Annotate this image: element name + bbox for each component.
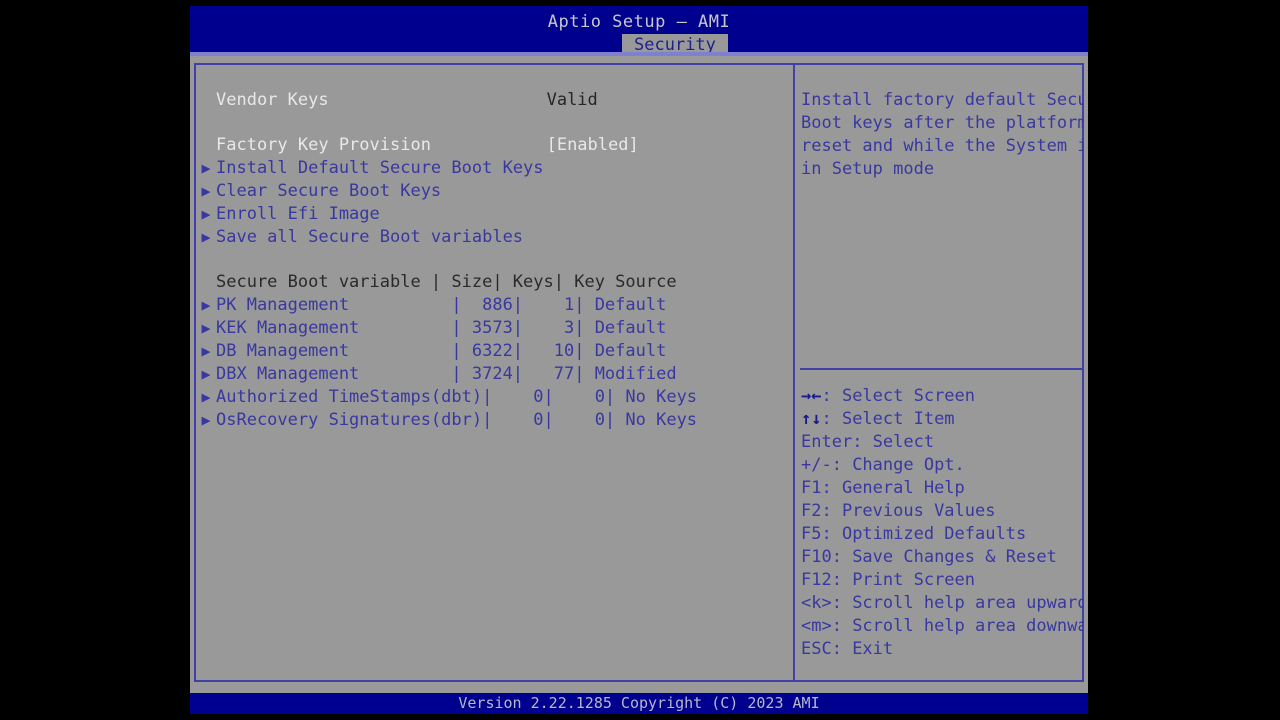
shortcut-action: : Scroll help area downwards	[831, 616, 1084, 636]
shortcut-key: F12	[801, 570, 832, 590]
submenu-arrow-icon: ▶	[201, 228, 211, 246]
submenu-item-label: Install Default Secure Boot Keys	[216, 158, 544, 178]
shortcut-line: <m>: Scroll help area downwards	[801, 615, 1084, 638]
submenu-arrow-icon: ▶	[201, 296, 211, 314]
setting-label: Factory Key Provision	[216, 135, 431, 155]
shortcut-line: F10: Save Changes & Reset	[801, 546, 1057, 569]
table-row[interactable]: ▶ PK Management | 886| 1| Default	[196, 294, 793, 317]
status-row: Vendor Keys Valid	[196, 89, 793, 112]
help-description-line: in Setup mode	[801, 159, 935, 179]
shortcut-line: ↑↓: Select Item	[801, 408, 955, 431]
table-row[interactable]: ▶ KEK Management | 3573| 3| Default	[196, 317, 793, 340]
table-row[interactable]: ▶ DB Management | 6322| 10| Default	[196, 340, 793, 363]
footer-bar: Version 2.22.1285 Copyright (C) 2023 AMI	[190, 693, 1088, 714]
submenu-arrow-icon: ▶	[201, 159, 211, 177]
shortcut-action: : Save Changes & Reset	[831, 547, 1057, 567]
shortcut-action: : Select	[852, 432, 935, 452]
arrow-keys-icon: ↑↓	[801, 409, 822, 429]
submenu-item[interactable]: ▶ Enroll Efi Image	[196, 203, 793, 226]
shortcut-key: F5	[801, 524, 822, 544]
submenu-arrow-icon: ▶	[201, 411, 211, 429]
submenu-item[interactable]: ▶ Save all Secure Boot variables	[196, 226, 793, 249]
shortcut-line: →←: Select Screen	[801, 385, 975, 408]
shortcut-key: <m>	[801, 616, 832, 636]
shortcut-line: +/-: Change Opt.	[801, 454, 965, 477]
help-pane: Install factory default Secure Boot keys …	[795, 65, 1084, 680]
table-row-text: Authorized TimeStamps(dbt)| 0| 0| No Key…	[216, 387, 698, 407]
submenu-arrow-icon: ▶	[201, 365, 211, 383]
shortcut-line: F5: Optimized Defaults	[801, 523, 1026, 546]
shortcut-action: : Optimized Defaults	[821, 524, 1027, 544]
shortcut-action: : Select Item	[821, 409, 955, 429]
table-row[interactable]: ▶ OsRecovery Signatures(dbr)| 0| 0| No Ke…	[196, 409, 793, 432]
version-text: Version 2.22.1285 Copyright (C) 2023 AMI	[458, 694, 820, 712]
submenu-arrow-icon: ▶	[201, 319, 211, 337]
shortcut-key: +/-	[801, 455, 832, 475]
shortcut-action: : Print Screen	[831, 570, 976, 590]
submenu-arrow-icon: ▶	[201, 182, 211, 200]
content-frame: Vendor Keys Valid Factory Key Provision [En…	[194, 63, 1084, 682]
shortcut-line: F12: Print Screen	[801, 569, 975, 592]
page-title: Aptio Setup – AMI	[547, 12, 731, 32]
setting-value: [Enabled]	[546, 135, 639, 155]
shortcut-action: : Previous Values	[821, 501, 996, 521]
shortcut-line: ESC: Exit	[801, 638, 893, 661]
shortcut-key: <k>	[801, 593, 832, 613]
title-bar: Aptio Setup – AMI Security	[190, 6, 1088, 58]
secure-boot-table-header: Secure Boot variable | Size| Keys| Key S…	[196, 271, 793, 294]
submenu-arrow-icon: ▶	[201, 388, 211, 406]
shortcut-action: : Select Screen	[821, 386, 976, 406]
submenu-arrow-icon: ▶	[201, 205, 211, 223]
arrow-keys-icon: →←	[801, 386, 822, 406]
shortcut-key: ESC	[801, 639, 832, 659]
submenu-item[interactable]: ▶ Clear Secure Boot Keys	[196, 180, 793, 203]
help-description-line: reset and while the System is	[801, 136, 1084, 156]
table-row-text: PK Management | 886| 1| Default	[216, 295, 667, 315]
settings-pane: Vendor Keys Valid Factory Key Provision [En…	[196, 65, 793, 680]
help-description-line: Boot keys after the platform	[801, 113, 1084, 133]
shortcut-key: F1	[801, 478, 822, 498]
shortcut-key: Enter	[801, 432, 853, 452]
table-row[interactable]: ▶ DBX Management | 3724| 77| Modified	[196, 363, 793, 386]
submenu-item-label: Enroll Efi Image	[216, 204, 380, 224]
submenu-item-label: Clear Secure Boot Keys	[216, 181, 442, 201]
table-row-text: KEK Management | 3573| 3| Default	[216, 318, 667, 338]
table-row-text: OsRecovery Signatures(dbr)| 0| 0| No Key…	[216, 410, 698, 430]
help-separator	[800, 368, 1082, 370]
submenu-item-label: Save all Secure Boot variables	[216, 227, 524, 247]
table-row-text: DB Management | 6322| 10| Default	[216, 341, 667, 361]
shortcut-action: : Exit	[831, 639, 894, 659]
shortcut-line: <k>: Scroll help area upwards	[801, 592, 1084, 615]
table-row-text: DBX Management | 3724| 77| Modified	[216, 364, 677, 384]
help-description-line: Install factory default Secure	[801, 90, 1084, 110]
secure-boot-table-header-text: Secure Boot variable | Size| Keys| Key S…	[216, 272, 677, 292]
submenu-item[interactable]: ▶ Install Default Secure Boot Keys	[196, 157, 793, 180]
status-row-label: Vendor Keys	[216, 90, 329, 110]
shortcut-key: F2	[801, 501, 822, 521]
table-row[interactable]: ▶ Authorized TimeStamps(dbt)| 0| 0| No Ke…	[196, 386, 793, 409]
shortcut-action: : Change Opt.	[831, 455, 965, 475]
setting-row[interactable]: Factory Key Provision [Enabled]	[196, 134, 793, 157]
shortcut-line: Enter: Select	[801, 431, 934, 454]
bios-setup-window: Aptio Setup – AMI Security Vendor Keys Va…	[190, 6, 1088, 714]
shortcut-line: F2: Previous Values	[801, 500, 995, 523]
status-row-value: Valid	[546, 90, 598, 110]
shortcut-key: F10	[801, 547, 832, 567]
shortcut-action: : Scroll help area upwards	[831, 593, 1084, 613]
submenu-arrow-icon: ▶	[201, 342, 211, 360]
screen-root: Aptio Setup – AMI Security Vendor Keys Va…	[0, 0, 1280, 720]
shortcut-action: : General Help	[821, 478, 965, 498]
shortcut-line: F1: General Help	[801, 477, 965, 500]
body-area: Vendor Keys Valid Factory Key Provision [En…	[190, 56, 1088, 693]
